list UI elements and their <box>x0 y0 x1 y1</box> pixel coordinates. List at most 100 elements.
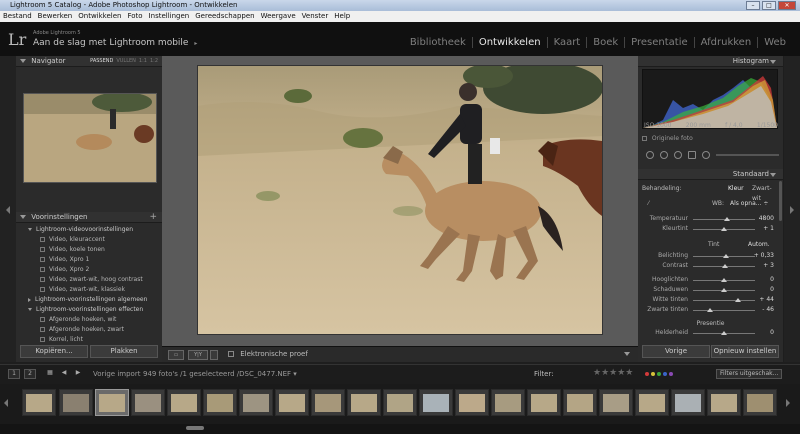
menu-instellingen[interactable]: Instellingen <box>149 11 190 22</box>
filmstrip-scrollbar[interactable] <box>0 424 800 434</box>
filmstrip-thumbnail[interactable] <box>22 389 56 416</box>
menu-foto[interactable]: Foto <box>127 11 142 22</box>
green-label-icon[interactable] <box>657 372 661 376</box>
close-button[interactable]: ✕ <box>778 1 796 10</box>
slider-contrast[interactable]: Contrast + 3 <box>638 261 783 271</box>
module-bibliotheek[interactable]: Bibliotheek <box>404 37 472 48</box>
preset-item[interactable]: Afgeronde hoeken, zwart <box>16 325 162 335</box>
filmstrip-thumbnail[interactable] <box>275 389 309 416</box>
slider-track[interactable] <box>693 254 755 258</box>
red-eye-icon[interactable] <box>674 151 682 159</box>
slider-track[interactable] <box>693 264 755 268</box>
soft-proof-toggle[interactable]: Elektronische proef <box>228 350 308 358</box>
loupe-view-button[interactable]: ▭ <box>168 350 184 360</box>
preset-item[interactable]: Korrel, licht <box>16 335 162 345</box>
preset-item[interactable]: Video, kleuraccent <box>16 235 162 245</box>
source-label[interactable]: Vorige import <box>93 370 140 378</box>
slider-track[interactable] <box>693 331 755 335</box>
filmstrip-thumbnail[interactable] <box>311 389 345 416</box>
slider-track[interactable] <box>693 308 755 312</box>
purple-label-icon[interactable] <box>669 372 673 376</box>
rating-filter[interactable]: ★★★★★ <box>593 368 633 378</box>
filter-select[interactable]: Filters uitgeschak... <box>716 369 782 379</box>
slider-knob[interactable] <box>721 288 727 292</box>
menu-ontwikkelen[interactable]: Ontwikkelen <box>78 11 121 22</box>
eyedropper-icon[interactable]: ⁄ <box>648 198 649 210</box>
graduated-filter-icon[interactable] <box>688 151 696 159</box>
navigator-preview[interactable] <box>23 92 157 183</box>
preset-item[interactable]: Afgeronde hoeken, wit <box>16 315 162 325</box>
slider-schaduwen[interactable]: Schaduwen 0 <box>638 285 783 295</box>
slider-track[interactable] <box>693 278 755 282</box>
module-web[interactable]: Web <box>757 37 792 48</box>
scrollbar-thumb[interactable] <box>186 426 204 430</box>
menu-gereedschappen[interactable]: Gereedschappen <box>195 11 254 22</box>
filmstrip-thumbnail[interactable] <box>599 389 633 416</box>
auto-tone-button[interactable]: Autom. <box>748 240 770 250</box>
before-after-button[interactable]: Y|Y <box>188 350 208 360</box>
preset-item[interactable]: Video, zwart-wit, hoog contrast <box>16 275 162 285</box>
wb-select[interactable]: Als opna... ÷ <box>730 198 768 210</box>
copy-button[interactable]: Kopiëren... <box>20 345 88 358</box>
filmstrip-thumbnail[interactable] <box>491 389 525 416</box>
forward-arrow-icon[interactable]: ▶ <box>72 369 84 379</box>
spot-removal-icon[interactable] <box>660 151 668 159</box>
slider-belichting[interactable]: Belichting + 0,33 <box>638 251 783 261</box>
maximize-button[interactable]: □ <box>762 1 776 10</box>
module-afdrukken[interactable]: Afdrukken <box>693 37 758 48</box>
histogram-graph[interactable] <box>642 69 778 129</box>
filmstrip-thumbnail[interactable] <box>59 389 93 416</box>
toolbar-menu-icon[interactable] <box>624 352 630 356</box>
page-1-button[interactable]: 1 <box>8 369 20 379</box>
filmstrip-thumbnail[interactable] <box>563 389 597 416</box>
slider-hooglichten[interactable]: Hooglichten 0 <box>638 275 783 285</box>
zoom-1-1[interactable]: 1:1 <box>139 56 147 67</box>
slider-track[interactable] <box>693 288 755 292</box>
preset-folder[interactable]: Lightroom-voorinstellingen algemeen <box>16 295 162 305</box>
navigator-header[interactable]: Navigator PASSEND VULLEN 1:1 1:2 <box>16 56 162 67</box>
yellow-label-icon[interactable] <box>651 372 655 376</box>
menu-help[interactable]: Help <box>334 11 350 22</box>
module-boek[interactable]: Boek <box>586 37 624 48</box>
adjustment-brush-slider[interactable] <box>716 154 779 156</box>
slider-knob[interactable] <box>724 217 731 221</box>
left-panel-toggle[interactable] <box>0 56 16 362</box>
reset-button[interactable]: Opnieuw instellen <box>711 345 779 358</box>
slider-knob[interactable] <box>706 308 713 312</box>
slider-track[interactable] <box>693 227 755 231</box>
filmstrip-thumbnail[interactable] <box>743 389 777 416</box>
crop-tool-icon[interactable] <box>646 151 654 159</box>
filmstrip-left-arrow-icon[interactable] <box>4 399 8 407</box>
preset-item[interactable]: Video, zwart-wit, klassiek <box>16 285 162 295</box>
add-preset-icon[interactable]: + <box>149 212 157 223</box>
menu-bewerken[interactable]: Bewerken <box>38 11 73 22</box>
zoom-fit[interactable]: PASSEND <box>90 56 113 67</box>
preset-item[interactable]: Video, Xpro 1 <box>16 255 162 265</box>
slider-helderheid[interactable]: Helderheid 0 <box>638 328 783 338</box>
slider-knob[interactable] <box>721 227 727 231</box>
slider-knob[interactable] <box>722 254 729 258</box>
zoom-fill[interactable]: VULLEN <box>116 56 136 67</box>
grid-view-icon[interactable]: ▦ <box>44 369 56 379</box>
preset-folder[interactable]: Lightroom-voorinstellingen effecten <box>16 305 162 315</box>
page-2-button[interactable]: 2 <box>24 369 36 379</box>
menu-venster[interactable]: Venster <box>302 11 329 22</box>
filmstrip-thumbnail-selected[interactable] <box>95 389 129 416</box>
filmstrip-thumbnail[interactable] <box>131 389 165 416</box>
slider-knob[interactable] <box>722 264 729 268</box>
blue-label-icon[interactable] <box>663 372 667 376</box>
slider-knob[interactable] <box>721 331 727 335</box>
slider-temperatuur[interactable]: Temperatuur 4800 <box>638 214 783 224</box>
filmstrip-thumbnail[interactable] <box>167 389 201 416</box>
image-canvas[interactable] <box>162 56 638 346</box>
main-photo[interactable] <box>197 65 603 335</box>
soft-proof-checkbox[interactable] <box>228 351 234 357</box>
minimize-button[interactable]: – <box>746 1 760 10</box>
original-photo-toggle[interactable]: Originele foto <box>642 135 693 142</box>
slider-track[interactable] <box>693 217 755 221</box>
zoom-1-2[interactable]: 1:2 <box>150 56 158 67</box>
histogram-header[interactable]: Histogram <box>638 56 783 67</box>
filmstrip-thumbnail[interactable] <box>635 389 669 416</box>
radial-filter-icon[interactable] <box>702 151 710 159</box>
preset-item[interactable]: Video, Xpro 2 <box>16 265 162 275</box>
